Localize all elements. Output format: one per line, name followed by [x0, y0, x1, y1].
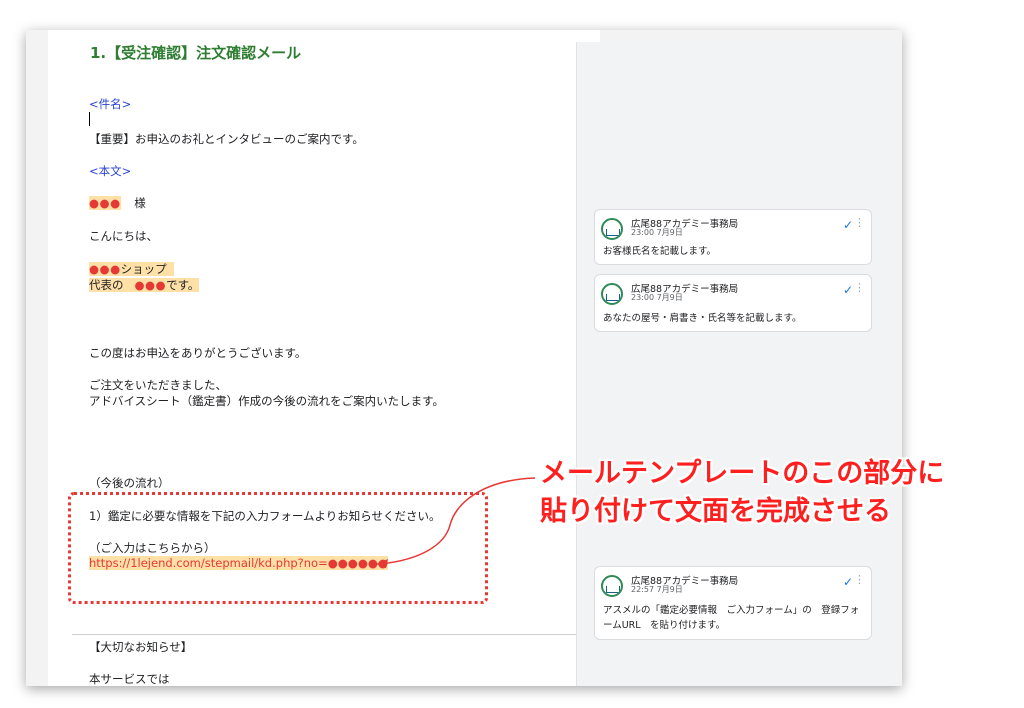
more-options-icon[interactable]: ⋮ [854, 573, 865, 586]
more-options-icon[interactable]: ⋮ [854, 281, 865, 294]
greeting[interactable]: こんにちは、 [89, 228, 158, 244]
comment-time: 23:00 7月9日 [631, 293, 683, 302]
shop-name-placeholder: ●●● [89, 262, 121, 276]
comment-time: 22:57 7月9日 [631, 585, 683, 594]
comment-text-line-1: アスメルの「鑑定必要情報 ご入力フォーム」の 登録フォ [603, 605, 860, 616]
rep-prefix: 代表の [89, 278, 124, 292]
avatar [601, 283, 623, 305]
annotation-line-1: メールテンプレートのこの部分に [540, 458, 945, 489]
comment-card[interactable]: 広尾88アカデミー事務局 23:00 7月9日 ✓ ⋮ お客様氏名を記載します。 [594, 209, 872, 265]
flow-heading[interactable]: （今後の流れ） [89, 475, 170, 491]
representative-line[interactable]: 代表の ●●●です。 [89, 277, 200, 293]
flow-info-line[interactable]: アドバイスシート（鑑定書）作成の今後の流れをご案内いたします。 [89, 393, 444, 409]
shop-line[interactable]: ●●●ショップ [89, 261, 174, 277]
thanks-line[interactable]: この度はお申込をありがとうございます。 [89, 345, 306, 361]
comment-card[interactable]: 広尾88アカデミー事務局 22:57 7月9日 ✓ ⋮ アスメルの「鑑定必要情報… [594, 566, 872, 640]
highlight-box [68, 492, 488, 604]
annotation-line-2: 貼り付けて文面を完成させる [540, 496, 891, 527]
resolve-check-icon[interactable]: ✓ [843, 575, 853, 589]
document-heading: 1.【受注確認】注文確認メール [90, 44, 302, 62]
shop-suffix: ショップ [120, 262, 167, 276]
honorific: 様 [134, 196, 146, 210]
rep-name-placeholder: ●●● [134, 278, 167, 292]
avatar [601, 218, 623, 240]
cut-off-text[interactable]: 本サービスでは [89, 671, 170, 687]
comment-text: お客様氏名を記載します。 [603, 246, 717, 257]
page-break-line [72, 634, 600, 635]
text-cursor [89, 112, 90, 126]
rep-suffix: です。 [166, 278, 200, 292]
resolve-check-icon[interactable]: ✓ [843, 283, 853, 297]
subject-text[interactable]: 【重要】お申込のお礼とインタビューのご案内です。 [89, 131, 364, 147]
comment-time: 23:00 7月9日 [631, 228, 683, 237]
body-label: <本文> [89, 164, 132, 178]
comment-card[interactable]: 広尾88アカデミー事務局 23:00 7月9日 ✓ ⋮ あなたの屋号・肩書き・氏… [594, 274, 872, 332]
order-received-line[interactable]: ご注文をいただきました、 [89, 377, 227, 393]
subject-label: <件名> [89, 97, 132, 111]
avatar [601, 575, 623, 597]
more-options-icon[interactable]: ⋮ [854, 216, 865, 229]
customer-name-line[interactable]: ●●● 様 [89, 195, 146, 211]
resolve-check-icon[interactable]: ✓ [843, 218, 853, 232]
comment-text: あなたの屋号・肩書き・氏名等を記載します。 [603, 313, 802, 324]
important-notice[interactable]: 【大切なお知らせ】 [89, 639, 192, 655]
annotation-text: メールテンプレートのこの部分に 貼り付けて文面を完成させる [540, 455, 944, 531]
comment-text-line-2: ームURL を貼り付けます。 [603, 620, 726, 631]
customer-name-placeholder: ●●● [89, 196, 121, 210]
